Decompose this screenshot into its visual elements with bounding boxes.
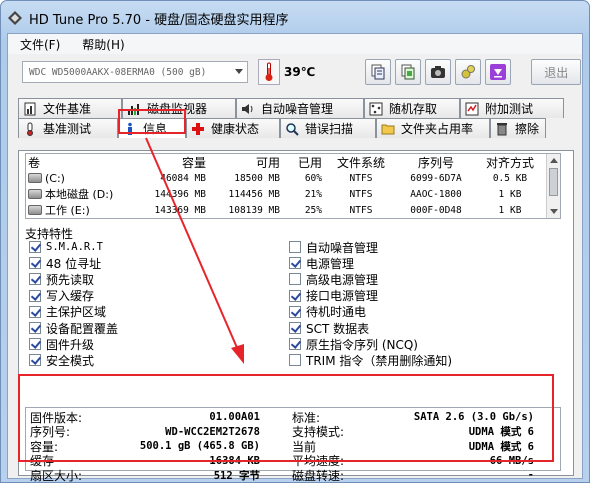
annotation-arrow <box>145 137 244 364</box>
